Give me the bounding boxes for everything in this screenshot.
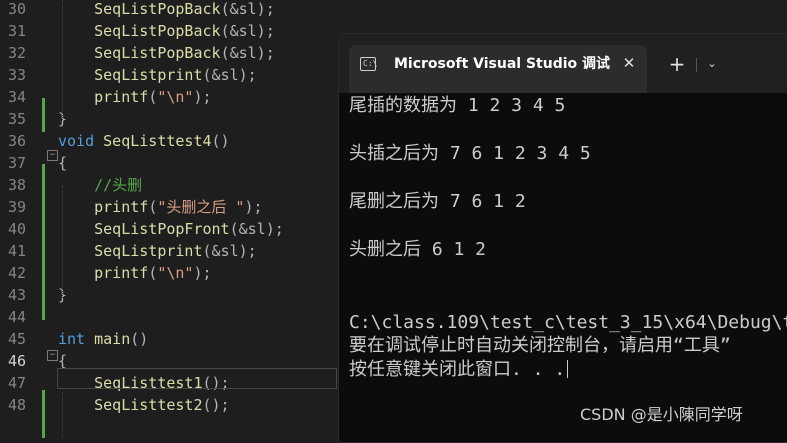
code-token: (&sl); — [220, 44, 275, 62]
code-token: void — [58, 132, 95, 150]
code-token: SeqListprint — [94, 66, 203, 84]
terminal-tab-title: Microsoft Visual Studio 调试控制台 — [394, 56, 610, 72]
code-token: SeqListPopFront — [94, 220, 230, 238]
code-token: (); — [202, 396, 230, 414]
line-number: 47 — [7, 374, 26, 392]
changed-lines-marker — [42, 390, 45, 438]
changed-lines-marker — [42, 98, 45, 132]
console-output-line: 按任意键关闭此窗口. . . — [349, 359, 566, 380]
console-app-icon-glyph: C:\ — [363, 59, 378, 68]
code-token: "\n" — [157, 88, 194, 106]
code-token: ( — [148, 264, 158, 282]
code-token: (&sl); — [220, 22, 275, 40]
terminal-tab-bar: C:\ Microsoft Visual Studio 调试控制台 ✕ + ⌄ — [339, 34, 787, 93]
current-line-highlight — [57, 368, 337, 389]
line-number: 46 — [7, 352, 26, 370]
collapse-toggle-icon[interactable]: − — [47, 350, 58, 361]
code-token: SeqListPopBack — [94, 44, 221, 62]
line-number: 35 — [7, 110, 26, 128]
console-output-line: 尾删之后为 7 6 1 2 — [349, 191, 526, 212]
indent-guide — [62, 0, 63, 120]
close-tab-icon[interactable]: ✕ — [619, 53, 639, 73]
console-output-line: C:\class.109\test_c\test_3_15\x64\Debug\… — [349, 312, 787, 333]
tab-bar-divider — [696, 58, 697, 72]
code-token: (&sl); — [229, 220, 284, 238]
code-line: SeqListPopBack(&sl); — [58, 0, 275, 20]
console-output-line: 尾插的数据为 1 2 3 4 5 — [349, 95, 566, 116]
code-line: SeqListprint(&sl); — [58, 240, 257, 262]
code-line: void SeqListtest4() — [58, 130, 230, 152]
code-token: ); — [193, 264, 212, 282]
code-token: int — [58, 330, 86, 348]
line-number: 37 — [7, 154, 26, 172]
line-number: 43 — [7, 286, 26, 304]
code-token: ( — [148, 198, 158, 216]
terminal-tab[interactable]: C:\ Microsoft Visual Studio 调试控制台 ✕ — [349, 45, 647, 93]
text-cursor — [567, 360, 569, 378]
code-token: printf — [94, 198, 149, 216]
indent-guide — [62, 186, 63, 298]
line-number: 44 — [7, 308, 26, 326]
code-token: SeqListtest2 — [94, 396, 203, 414]
new-tab-button[interactable]: + — [664, 53, 690, 75]
line-number: 31 — [7, 22, 26, 40]
console-prompt-line: 按任意键关闭此窗口. . . — [349, 359, 569, 381]
code-token: "\n" — [157, 264, 194, 282]
line-number: 38 — [7, 176, 26, 194]
line-number: 40 — [7, 220, 26, 238]
line-number: 36 — [7, 132, 26, 150]
code-token: () — [211, 132, 230, 150]
code-token: ); — [244, 198, 263, 216]
code-line: SeqListprint(&sl); — [58, 64, 257, 86]
code-token: SeqListPopBack — [94, 0, 221, 18]
code-token: printf — [94, 88, 149, 106]
console-output-line: 头插之后为 7 6 1 2 3 4 5 — [349, 143, 591, 164]
code-token: (&sl); — [202, 242, 257, 260]
code-line: SeqListPopBack(&sl); — [58, 42, 275, 64]
line-number: 32 — [7, 44, 26, 62]
console-output-line: 头删之后 6 1 2 — [349, 239, 487, 260]
code-token: { — [58, 154, 68, 172]
code-token: SeqListPopBack — [94, 22, 221, 40]
console-output-line: 要在调试停止时自动关闭控制台，请启用“工具” — [349, 335, 731, 356]
watermark: CSDN @是小陳同学呀 — [580, 405, 743, 424]
code-token: () — [130, 330, 149, 348]
line-number: 42 — [7, 264, 26, 282]
chevron-down-icon[interactable]: ⌄ — [701, 53, 723, 75]
code-line: { — [58, 152, 67, 174]
code-token: (&sl); — [220, 0, 275, 18]
code-token: //头删 — [94, 176, 143, 194]
indent-guide — [62, 392, 63, 438]
line-number: 45 — [7, 330, 26, 348]
line-number: 34 — [7, 88, 26, 106]
code-line: SeqListPopFront(&sl); — [58, 218, 284, 240]
code-line: printf("\n"); — [58, 86, 212, 108]
code-token: "头删之后 " — [157, 198, 245, 216]
collapse-toggle-icon[interactable]: − — [47, 150, 58, 161]
code-token: ( — [148, 88, 158, 106]
line-number: 30 — [7, 0, 26, 18]
code-token: (&sl); — [202, 66, 257, 84]
code-token: SeqListtest4 — [103, 132, 212, 150]
line-number: 41 — [7, 242, 26, 260]
console-app-icon: C:\ — [360, 57, 378, 71]
line-number: 33 — [7, 66, 26, 84]
code-line: //头删 — [58, 174, 142, 196]
code-line: SeqListtest2(); — [58, 394, 230, 416]
code-token: printf — [94, 264, 149, 282]
code-line: int main() — [58, 328, 148, 350]
code-token: main — [94, 330, 131, 348]
changed-lines-marker — [42, 164, 45, 320]
code-line: printf("\n"); — [58, 262, 212, 284]
code-line: printf("头删之后 "); — [58, 196, 263, 218]
line-number: 48 — [7, 396, 26, 414]
code-line: SeqListPopBack(&sl); — [58, 20, 275, 42]
terminal-window[interactable]: C:\ Microsoft Visual Studio 调试控制台 ✕ + ⌄ … — [338, 33, 787, 443]
code-token: ); — [193, 88, 212, 106]
code-token: SeqListprint — [94, 242, 203, 260]
line-number: 39 — [7, 198, 26, 216]
